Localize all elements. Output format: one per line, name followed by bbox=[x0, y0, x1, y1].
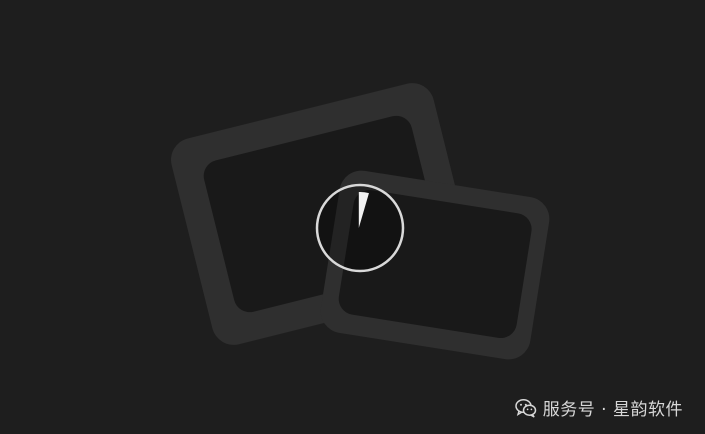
wechat-icon bbox=[515, 398, 537, 418]
watermark: 服务号 · 星韵软件 bbox=[515, 395, 683, 420]
loading-screen: 服务号 · 星韵软件 bbox=[0, 0, 705, 434]
loading-progress-ring bbox=[315, 183, 405, 273]
watermark-text: 服务号 · 星韵软件 bbox=[542, 400, 683, 420]
